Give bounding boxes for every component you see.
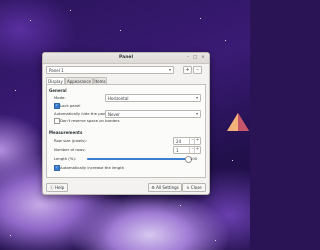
remove-panel-button[interactable]: – — [193, 66, 202, 74]
auto-length-checkbox[interactable]: ✓ — [54, 165, 60, 171]
plus-icon[interactable]: + — [194, 138, 200, 144]
panel-select-value: Panel 1 — [49, 67, 64, 73]
chevron-down-icon: ▾ — [168, 67, 171, 72]
reserve-space-label: Don't reserve space on borders — [60, 118, 120, 123]
minimize-button[interactable]: – — [185, 55, 191, 61]
titlebar[interactable]: Panel – □ × — [43, 53, 209, 64]
autohide-select-value: Never — [108, 111, 120, 117]
all-settings-button[interactable]: ⚙ All Settings — [148, 183, 182, 192]
row-size-spinner[interactable]: 24 – + — [173, 137, 201, 145]
lock-panel-label: Lock panel — [60, 103, 81, 108]
autohide-label: Automatically hide the panel: — [54, 111, 111, 116]
auto-length-label: Automatically increase the length — [60, 165, 125, 170]
mode-select-value: Horizontal — [108, 95, 129, 101]
autohide-select[interactable]: Never ▾ — [105, 110, 201, 118]
chevron-down-icon: ▾ — [195, 111, 198, 116]
close-label: Close — [190, 185, 202, 190]
reserve-space-checkbox[interactable] — [54, 118, 60, 124]
close-icon: × — [186, 185, 190, 190]
close-button[interactable]: × Close — [182, 183, 206, 192]
panel-select[interactable]: Panel 1 ▾ — [46, 66, 174, 74]
mode-select[interactable]: Horizontal ▾ — [105, 94, 201, 102]
all-settings-label: All Settings — [156, 185, 179, 190]
help-label: Help — [55, 185, 65, 190]
rows-spinner[interactable]: 1 – + — [173, 146, 201, 154]
settings-icon: ⚙ — [151, 185, 155, 190]
panel-preferences-window: Panel – □ × Panel 1 ▾ + – Display Appear… — [42, 52, 210, 195]
length-label: Length (%): — [54, 156, 77, 161]
help-button[interactable]: ⓘ Help — [46, 183, 68, 192]
rows-value: 1 — [176, 147, 179, 153]
length-slider-fill — [87, 158, 187, 160]
close-icon[interactable]: × — [200, 55, 206, 61]
add-panel-button[interactable]: + — [183, 66, 192, 74]
mode-label: Mode: — [54, 95, 66, 100]
general-header: General — [49, 88, 67, 93]
length-value: 100 — [190, 156, 198, 161]
plus-icon[interactable]: + — [194, 147, 200, 153]
row-size-value: 24 — [176, 138, 182, 144]
prism-icon — [227, 113, 249, 131]
row-size-label: Row size (pixels): — [54, 138, 87, 143]
lock-panel-checkbox[interactable]: ✓ — [54, 103, 60, 109]
display-pane: General Mode: Horizontal ▾ ✓ Lock panel … — [46, 84, 206, 178]
measurements-header: Measurements — [49, 130, 83, 135]
chevron-down-icon: ▾ — [195, 95, 198, 100]
rows-label: Number of rows: — [54, 147, 86, 152]
help-icon: ⓘ — [49, 185, 54, 190]
maximize-button[interactable]: □ — [192, 55, 198, 61]
